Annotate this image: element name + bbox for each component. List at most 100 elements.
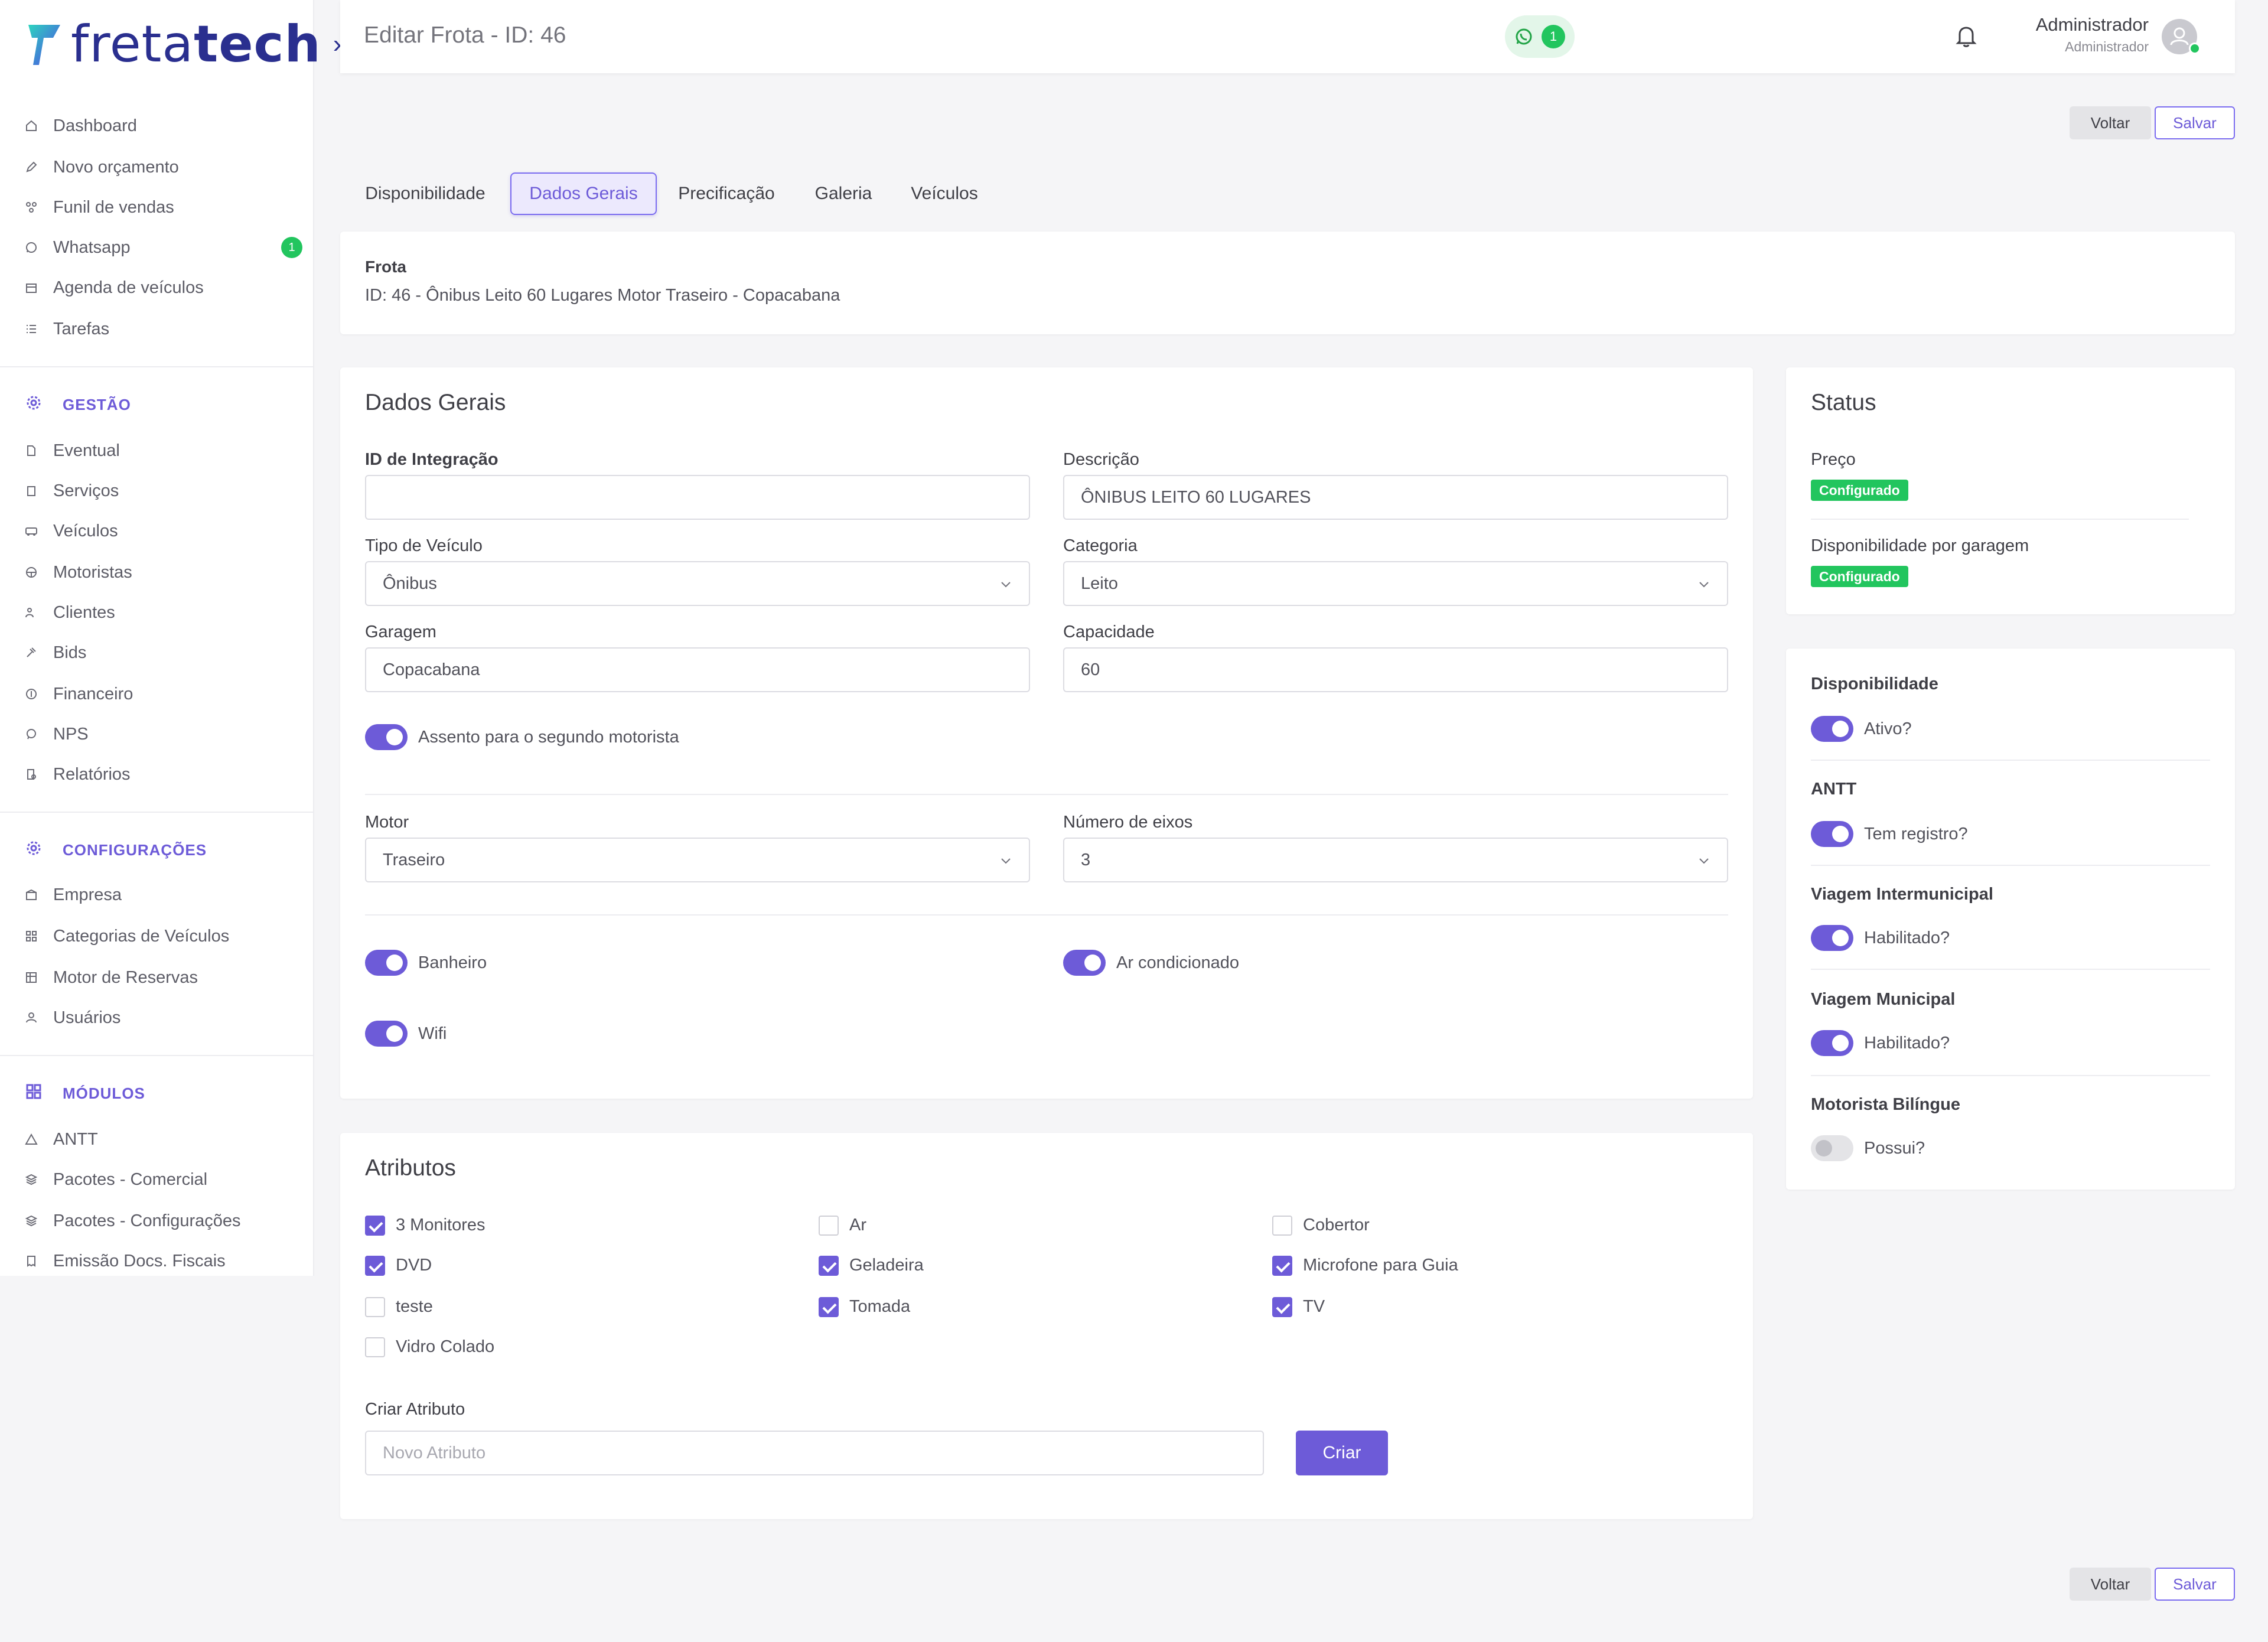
triangle-icon <box>25 1133 38 1146</box>
descricao-field[interactable]: ÔNIBUS LEITO 60 LUGARES <box>1063 475 1728 520</box>
user-name[interactable]: Administrador <box>2036 14 2149 35</box>
divider <box>1811 865 2210 866</box>
sidebar-item-motoristas[interactable]: Motoristas <box>25 558 302 587</box>
atributo-cobertor-checkbox[interactable] <box>1272 1216 1292 1236</box>
eixos-select[interactable]: 3 <box>1063 838 1728 882</box>
section-title: GESTÃO <box>63 395 131 413</box>
atributo-label: Ar <box>849 1216 866 1234</box>
atributo-geladeira-checkbox[interactable] <box>819 1256 839 1276</box>
sidebar-item-veiculos[interactable]: Veículos <box>25 516 302 546</box>
bilingue-toggle-label: Possui? <box>1864 1139 1925 1158</box>
categoria-select[interactable]: Leito <box>1063 561 1728 606</box>
sidebar-item-antt[interactable]: ANTT <box>25 1125 302 1154</box>
sidebar-item-novo-orcamento[interactable]: Novo orçamento <box>25 152 302 182</box>
tab-veiculos[interactable]: Veículos <box>900 172 989 215</box>
grid-icon <box>25 930 38 943</box>
package-icon <box>25 1214 38 1227</box>
report-icon <box>25 768 38 781</box>
disponibilidade-toggle[interactable] <box>1811 716 1853 742</box>
atributo-label: teste <box>396 1297 433 1316</box>
assento-segundo-motorista-label: Assento para o segundo motorista <box>418 728 679 747</box>
package-icon <box>25 1173 38 1186</box>
sidebar-item-tarefas[interactable]: Tarefas <box>25 314 302 344</box>
ar-condicionado-label: Ar condicionado <box>1116 953 1239 972</box>
sidebar-item-funil-de-vendas[interactable]: Funil de vendas <box>25 193 302 222</box>
atributo-vidro-colado-checkbox[interactable] <box>365 1337 385 1357</box>
atributo-microfone-checkbox[interactable] <box>1272 1256 1292 1276</box>
antt-toggle[interactable] <box>1811 821 1853 847</box>
atributo-label: Cobertor <box>1303 1216 1370 1234</box>
wifi-toggle[interactable] <box>365 1021 408 1047</box>
tipo-veiculo-select[interactable]: Ônibus <box>365 561 1030 606</box>
sidebar-item-emissao-docs-fiscais[interactable]: Emissão Docs. Fiscais <box>25 1246 302 1276</box>
motor-select[interactable]: Traseiro <box>365 838 1030 882</box>
sidebar-item-pacotes-comercial[interactable]: Pacotes - Comercial <box>25 1165 302 1194</box>
sidebar: fretatech › Dashboard Novo orçamento Fun… <box>0 0 341 1276</box>
bilingue-toggle[interactable] <box>1811 1135 1853 1161</box>
novo-atributo-input[interactable]: Novo Atributo <box>365 1431 1264 1475</box>
sidebar-item-usuarios[interactable]: Usuários <box>25 1003 302 1032</box>
sidebar-item-relatorios[interactable]: Relatórios <box>25 760 302 789</box>
chevron-down-icon <box>1001 858 1011 864</box>
save-button-bottom[interactable]: Salvar <box>2155 1568 2235 1601</box>
sidebar-item-nps[interactable]: NPS <box>25 719 302 749</box>
sidebar-item-dashboard[interactable]: Dashboard <box>25 111 302 141</box>
funnel-icon <box>25 201 38 214</box>
atributo-tv-checkbox[interactable] <box>1272 1297 1292 1317</box>
sidebar-item-clientes[interactable]: Clientes <box>25 598 302 627</box>
brand-logo[interactable]: fretatech › <box>26 15 341 74</box>
atributo-3-monitores-checkbox[interactable] <box>365 1216 385 1236</box>
money-icon <box>25 688 38 701</box>
criar-atributo-button[interactable]: Criar <box>1296 1431 1388 1475</box>
atributo-tomada-checkbox[interactable] <box>819 1297 839 1317</box>
atributo-teste-checkbox[interactable] <box>365 1297 385 1317</box>
sidebar-item-eventual[interactable]: Eventual <box>25 436 302 465</box>
sidebar-item-agenda-de-veiculos[interactable]: Agenda de veículos <box>25 273 302 302</box>
atributo-dvd-checkbox[interactable] <box>365 1256 385 1276</box>
wifi-label: Wifi <box>418 1024 447 1043</box>
whatsapp-icon <box>25 241 38 254</box>
sidebar-item-motor-de-reservas[interactable]: Motor de Reservas <box>25 963 302 992</box>
tab-dados-gerais[interactable]: Dados Gerais <box>510 172 657 215</box>
back-button[interactable]: Voltar <box>2070 106 2151 139</box>
sidebar-item-bids[interactable]: Bids <box>25 638 302 667</box>
save-button[interactable]: Salvar <box>2155 106 2235 139</box>
garagem-field[interactable]: Copacabana <box>365 647 1030 692</box>
id-integracao-field[interactable] <box>365 475 1030 520</box>
status-badge: Configurado <box>1811 480 1908 501</box>
intermunicipal-toggle[interactable] <box>1811 925 1853 951</box>
frota-card: Frota ID: 46 - Ônibus Leito 60 Lugares M… <box>340 232 2235 334</box>
tab-precificacao[interactable]: Precificação <box>667 172 786 215</box>
sidebar-item-pacotes-configuracoes[interactable]: Pacotes - Configurações <box>25 1206 302 1236</box>
assento-segundo-motorista-toggle[interactable] <box>365 724 408 750</box>
document-icon <box>25 444 38 457</box>
sidebar-item-label: Motor de Reservas <box>53 967 198 987</box>
dados-gerais-card: Dados Gerais ID de Integração Descrição … <box>340 367 1753 1099</box>
topbar: Editar Frota - ID: 46 1 Administrador Ad… <box>340 0 2235 73</box>
sidebar-item-label: Veículos <box>53 521 118 540</box>
list-icon <box>25 322 38 335</box>
ar-condicionado-toggle[interactable] <box>1063 950 1106 976</box>
municipal-toggle[interactable] <box>1811 1030 1853 1056</box>
sidebar-item-categorias-de-veiculos[interactable]: Categorias de Veículos <box>25 921 302 951</box>
whatsapp-notification-button[interactable]: 1 <box>1505 15 1575 58</box>
sidebar-item-servicos[interactable]: Serviços <box>25 476 302 506</box>
receipt-icon <box>25 1255 38 1268</box>
banheiro-toggle[interactable] <box>365 950 408 976</box>
frota-value: ID: 46 - Ônibus Leito 60 Lugares Motor T… <box>365 286 840 305</box>
whatsapp-icon <box>1516 28 1532 45</box>
atributo-ar-checkbox[interactable] <box>819 1216 839 1236</box>
sidebar-item-financeiro[interactable]: Financeiro <box>25 679 302 709</box>
intermunicipal-title: Viagem Intermunicipal <box>1811 885 1993 904</box>
tab-disponibilidade[interactable]: Disponibilidade <box>352 172 498 215</box>
bell-icon[interactable] <box>1953 22 1980 50</box>
gear-icon <box>25 394 43 416</box>
sidebar-item-empresa[interactable]: Empresa <box>25 880 302 910</box>
bus-icon <box>25 524 38 537</box>
sidebar-item-label: Tarefas <box>53 319 110 338</box>
tab-galeria[interactable]: Galeria <box>804 172 882 215</box>
sidebar-item-label: Pacotes - Configurações <box>53 1211 241 1230</box>
sidebar-item-whatsapp[interactable]: Whatsapp 1 <box>25 233 302 262</box>
capacidade-field[interactable]: 60 <box>1063 647 1728 692</box>
back-button-bottom[interactable]: Voltar <box>2070 1568 2151 1601</box>
